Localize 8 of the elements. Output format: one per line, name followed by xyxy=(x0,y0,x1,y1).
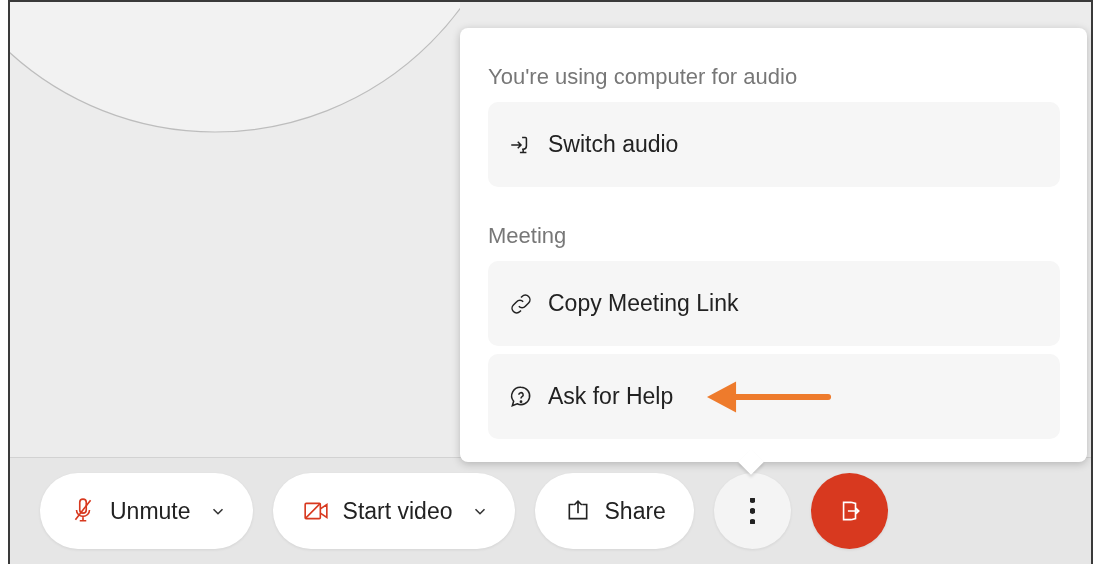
toolbar-button[interactable]: Share xyxy=(534,473,694,549)
menu-item[interactable]: Ask for Help xyxy=(488,354,1060,439)
toolbar-button[interactable]: Start video xyxy=(272,473,515,549)
section-heading: You're using computer for audio xyxy=(488,64,799,91)
menu-item[interactable]: Copy Meeting Link xyxy=(488,261,1060,346)
toolbar-button[interactable]: Unmute xyxy=(40,473,253,549)
menu-item[interactable]: Switch audio xyxy=(488,102,1060,187)
section-heading: Meeting xyxy=(488,223,568,250)
